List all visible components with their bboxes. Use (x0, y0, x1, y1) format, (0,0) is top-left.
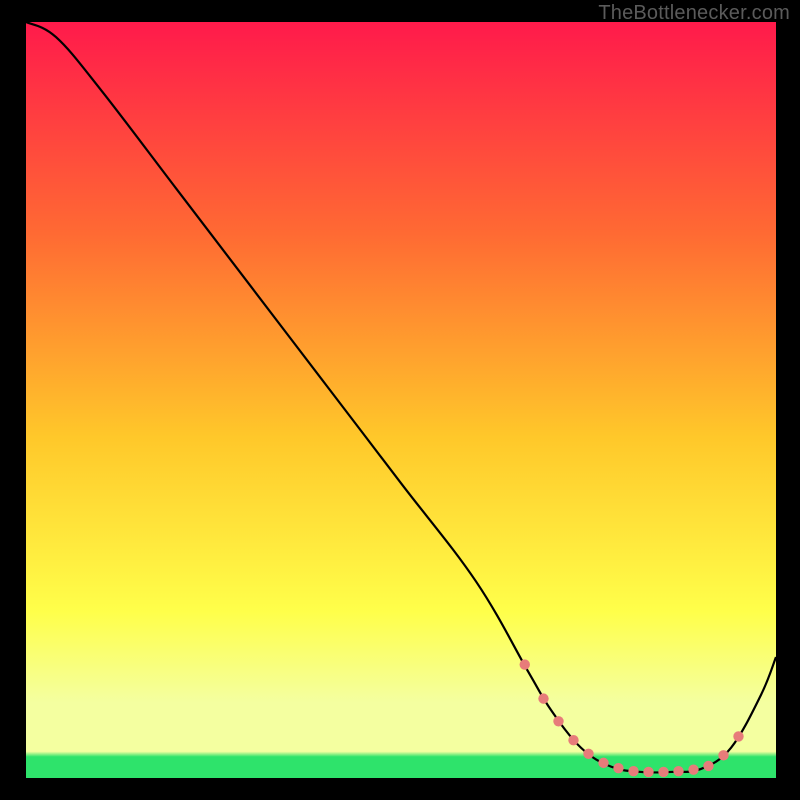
marker-dot (643, 767, 653, 777)
marker-dot (718, 750, 728, 760)
chart-container: TheBottlenecker.com (0, 0, 800, 800)
heatmap-background (26, 22, 776, 778)
bottleneck-chart (0, 0, 800, 800)
marker-dot (628, 766, 638, 776)
marker-dot (568, 735, 578, 745)
marker-dot (538, 693, 548, 703)
marker-dot (703, 761, 713, 771)
marker-dot (613, 763, 623, 773)
marker-dot (658, 767, 668, 777)
marker-dot (598, 758, 608, 768)
marker-dot (673, 766, 683, 776)
marker-dot (583, 749, 593, 759)
marker-dot (553, 716, 563, 726)
marker-dot (733, 731, 743, 741)
marker-dot (520, 659, 530, 669)
marker-dot (688, 764, 698, 774)
watermark-text: TheBottlenecker.com (598, 2, 790, 25)
